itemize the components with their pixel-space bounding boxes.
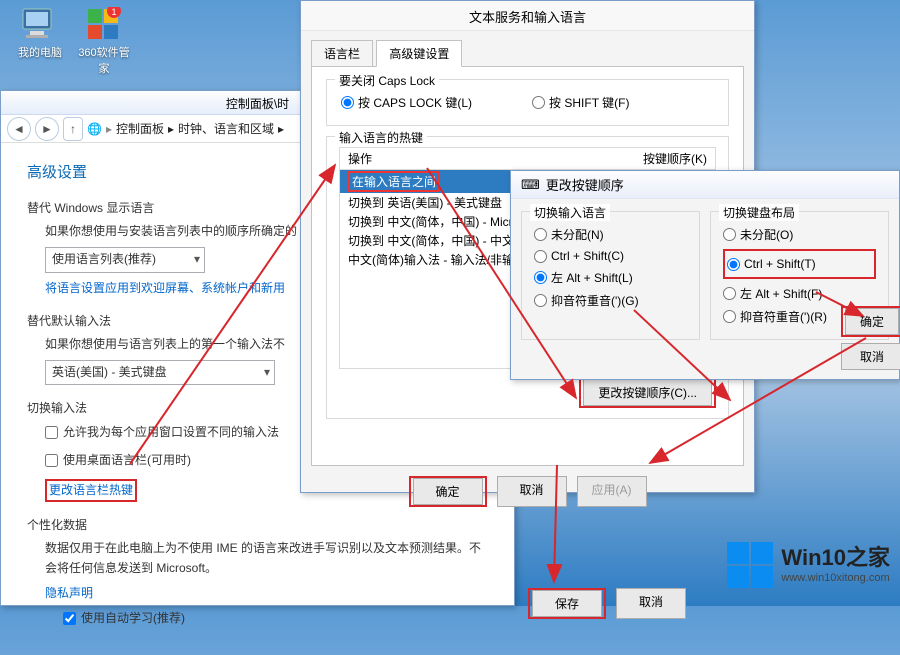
dialog-title: ⌨ 更改按键顺序: [511, 171, 899, 199]
group-title: 切换输入语言: [530, 204, 610, 221]
up-button[interactable]: ↑: [63, 117, 83, 141]
globe-icon: 🌐: [87, 122, 102, 136]
radio-unassigned-n[interactable]: 未分配(N): [534, 226, 687, 243]
forward-button[interactable]: ►: [35, 117, 59, 141]
save-button[interactable]: 保存: [532, 590, 602, 617]
breadcrumb[interactable]: 控制面板▸ 时钟、语言和区域▸: [116, 120, 284, 137]
radio-capslock[interactable]: 按 CAPS LOCK 键(L): [341, 94, 472, 111]
desktop-icon-label: 我的电脑: [14, 44, 66, 60]
desktop-icon-computer[interactable]: 我的电脑: [14, 6, 66, 60]
tab-bar: 语言栏 高级键设置: [301, 31, 754, 66]
keyboard-icon: ⌨: [521, 177, 540, 193]
group-switch-input-lang: 切换输入语言 未分配(N) Ctrl + Shift(C) 左 Alt + Sh…: [521, 211, 700, 340]
apply-button[interactable]: 应用(A): [577, 476, 647, 507]
change-key-sequence-button[interactable]: 更改按键顺序(C)...: [583, 379, 712, 406]
watermark-url: www.win10xitong.com: [781, 572, 890, 585]
desktop-icon-label: 360软件管家: [78, 44, 130, 76]
checkbox-desktop-langbar[interactable]: 使用桌面语言栏(可用时): [45, 451, 191, 470]
default-ime-select[interactable]: 英语(美国) - 美式键盘: [45, 360, 275, 385]
radio-alt-shift-f[interactable]: 左 Alt + Shift(F): [723, 285, 876, 302]
apply-lang-link[interactable]: 将语言设置应用到欢迎屏幕、系统帐户和新用: [45, 281, 285, 295]
col-keys: 按键顺序(K): [643, 150, 707, 167]
ok-button[interactable]: 确定: [413, 478, 483, 505]
app-360-icon: 1: [82, 6, 126, 42]
watermark: Win10之家 www.win10xitong.com: [727, 542, 890, 588]
checkbox-auto-learn[interactable]: 使用自动学习(推荐): [63, 609, 185, 628]
breadcrumb-item[interactable]: 控制面板: [116, 120, 164, 137]
radio-alt-shift-l[interactable]: 左 Alt + Shift(L): [534, 269, 687, 286]
radio-ctrl-shift-t[interactable]: Ctrl + Shift(T): [727, 257, 872, 271]
tab-advanced-keys[interactable]: 高级键设置: [376, 40, 462, 67]
privacy-link[interactable]: 隐私声明: [45, 586, 93, 600]
dialog-title: 文本服务和输入语言: [301, 1, 754, 31]
tab-langbar[interactable]: 语言栏: [311, 40, 373, 67]
radio-ctrl-shift-c[interactable]: Ctrl + Shift(C): [534, 249, 687, 263]
cancel-button[interactable]: 取消: [841, 343, 900, 370]
ok-button[interactable]: 确定: [845, 308, 899, 335]
personal-text: 数据仅用于在此电脑上为不使用 IME 的语言来改进手写识别以及文本预测结果。不会…: [45, 539, 488, 577]
computer-icon: [18, 6, 62, 42]
cancel-button[interactable]: 取消: [616, 588, 686, 619]
display-language-select[interactable]: 使用语言列表(推荐): [45, 247, 205, 272]
svg-text:1: 1: [111, 7, 116, 17]
cancel-button[interactable]: 取消: [497, 476, 567, 507]
radio-shift[interactable]: 按 SHIFT 键(F): [532, 94, 629, 111]
dlg2-buttons: 确定 取消: [841, 306, 900, 370]
group-title: 要关闭 Caps Lock: [335, 72, 439, 89]
change-hotkey-link[interactable]: 更改语言栏热键: [49, 483, 133, 497]
breadcrumb-item[interactable]: 时钟、语言和区域: [178, 120, 274, 137]
watermark-title: Win10之家: [781, 545, 890, 571]
checkbox-per-app[interactable]: 允许我为每个应用窗口设置不同的输入法: [45, 423, 279, 442]
radio-grave-g[interactable]: 抑音符重音(')(G): [534, 292, 687, 309]
group-title: 输入语言的热键: [335, 129, 427, 146]
group-title: 切换键盘布局: [719, 204, 799, 221]
bottom-button-row: 保存 取消: [528, 588, 686, 619]
group-capslock: 要关闭 Caps Lock 按 CAPS LOCK 键(L) 按 SHIFT 键…: [326, 79, 729, 126]
windows-logo-icon: [727, 542, 773, 588]
back-button[interactable]: ◄: [7, 117, 31, 141]
col-action: 操作: [348, 150, 372, 167]
radio-unassigned-o[interactable]: 未分配(O): [723, 226, 876, 243]
section-heading: 个性化数据: [27, 516, 488, 535]
desktop-icon-360[interactable]: 1 360软件管家: [78, 6, 130, 76]
